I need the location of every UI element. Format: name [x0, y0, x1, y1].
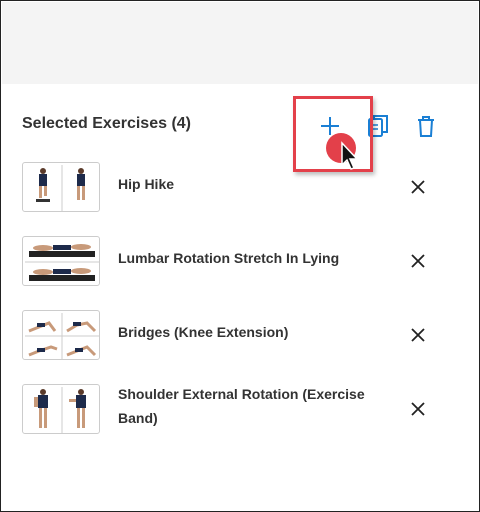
exercise-name: Hip Hike	[118, 176, 175, 192]
close-icon	[411, 328, 425, 342]
delete-all-button[interactable]	[412, 112, 440, 140]
close-icon	[411, 180, 425, 194]
remove-exercise-button[interactable]	[408, 251, 428, 271]
trash-icon	[418, 116, 434, 137]
selected-exercises-panel: Selected Exercises (4) Hip Hike Lumbar R…	[2, 84, 478, 511]
top-bar	[2, 2, 478, 84]
exercise-thumbnail	[22, 384, 100, 434]
remove-exercise-button[interactable]	[408, 399, 428, 419]
exercise-row: Hip Hike	[22, 162, 462, 214]
exercise-thumbnail	[22, 162, 100, 212]
remove-exercise-button[interactable]	[408, 177, 428, 197]
exercise-row: Lumbar Rotation Stretch In Lying	[22, 236, 462, 288]
exercise-row: Shoulder External Rotation (Exercise Ban…	[22, 384, 462, 436]
panel-title: Selected Exercises (4)	[22, 115, 191, 132]
exercise-name: Shoulder External Rotation (Exercise Ban…	[118, 386, 365, 426]
close-icon	[411, 254, 425, 268]
remove-exercise-button[interactable]	[408, 325, 428, 345]
app-frame: Selected Exercises (4) Hip Hike Lumbar R…	[0, 0, 480, 512]
exercise-name: Bridges (Knee Extension)	[118, 324, 289, 340]
close-icon	[411, 402, 425, 416]
exercise-thumbnail	[22, 236, 100, 286]
exercise-thumbnail	[22, 310, 100, 360]
exercise-name: Lumbar Rotation Stretch In Lying	[118, 250, 340, 266]
exercise-row: Bridges (Knee Extension)	[22, 310, 462, 362]
